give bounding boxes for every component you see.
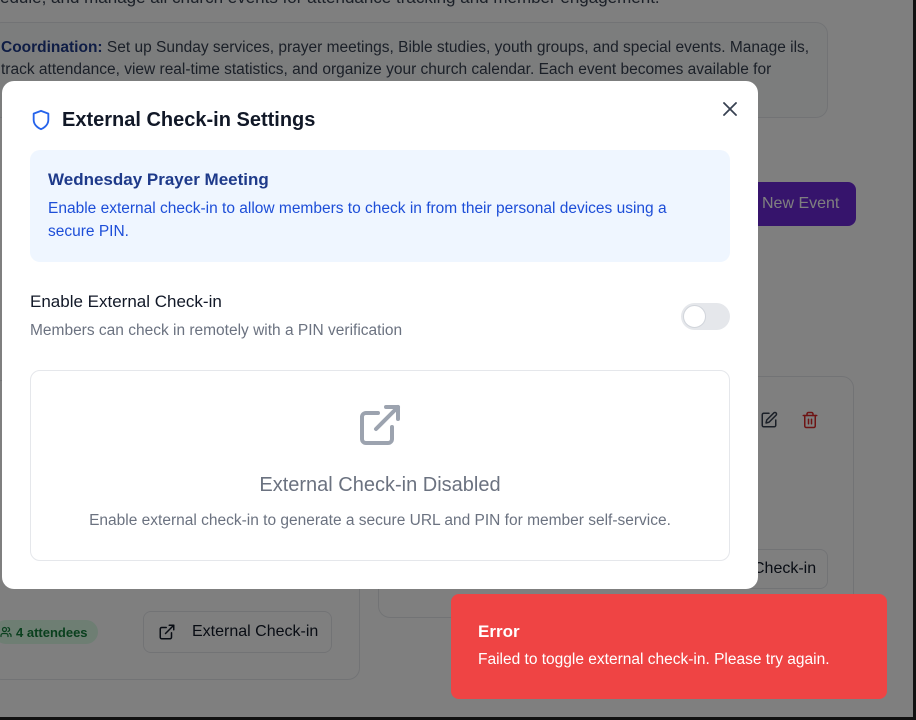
- external-link-icon: [360, 405, 400, 445]
- toggle-knob: [683, 305, 706, 328]
- disabled-state-title: External Check-in Disabled: [259, 474, 501, 496]
- close-icon: [723, 102, 737, 116]
- event-info-description: Enable external check-in to allow member…: [48, 200, 667, 240]
- toggle-description: Members can check in remotely with a PIN…: [30, 322, 403, 339]
- external-check-in-toggle[interactable]: [681, 303, 730, 330]
- disabled-state-panel: [30, 370, 730, 561]
- disabled-state-description: Enable external check-in to generate a s…: [89, 512, 671, 529]
- toggle-label: Enable External Check-in: [30, 292, 222, 311]
- toast-title: Error: [478, 622, 520, 641]
- error-toast[interactable]: Error Failed to toggle external check-in…: [451, 594, 887, 699]
- shield-icon: [32, 109, 50, 131]
- dialog-header: External Check-in Settings: [30, 108, 315, 132]
- event-name: Wednesday Prayer Meeting: [48, 170, 269, 189]
- close-button[interactable]: [720, 99, 740, 119]
- event-info-box: Wednesday Prayer Meeting Enable external…: [30, 150, 730, 262]
- dialog-title: External Check-in Settings: [62, 108, 316, 131]
- toast-message: Failed to toggle external check-in. Plea…: [478, 651, 830, 668]
